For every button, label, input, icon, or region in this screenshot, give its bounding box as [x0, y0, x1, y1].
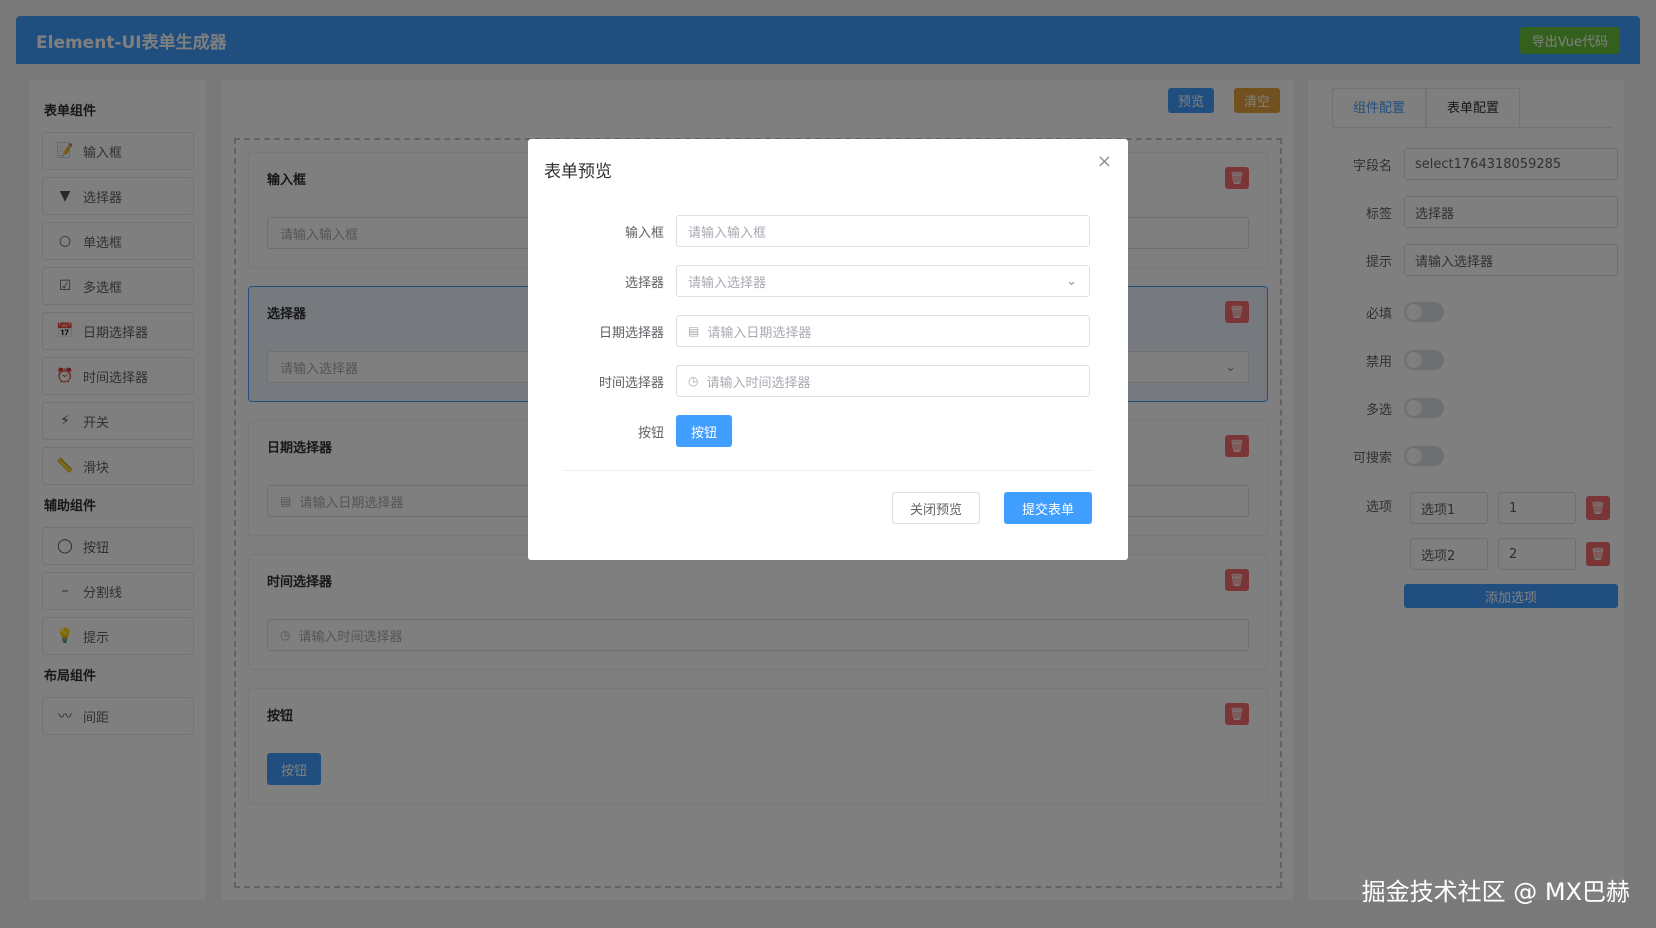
chevron-down-icon: ⌄ [1066, 273, 1077, 289]
preview-button-control[interactable]: 按钮 [676, 415, 733, 447]
close-preview-button[interactable]: 关闭预览 [892, 492, 980, 524]
preview-time-picker[interactable]: ◷ 请输入时间选择器 [676, 365, 1090, 397]
preview-row-time: 时间选择器 ◷ 请输入时间选择器 [560, 365, 1090, 397]
watermark: 掘金技术社区 @ MX巴赫 [1361, 878, 1630, 906]
preview-label: 选择器 [624, 275, 664, 291]
calendar-icon: ▤ [688, 324, 700, 338]
dialog-divider [564, 470, 1092, 471]
dialog-title: 表单预览 [544, 162, 612, 182]
preview-select[interactable]: 请输入选择器 ⌄ [676, 265, 1090, 297]
preview-row-input: 输入框 请输入输入框 [560, 215, 1090, 247]
preview-text-input[interactable]: 请输入输入框 [676, 215, 1090, 247]
preview-dialog: 表单预览 × 输入框 请输入输入框 选择器 请输入选择器 ⌄ 日期选择器 ▤ 请… [528, 139, 1128, 560]
preview-row-button: 按钮 按钮 [560, 415, 1090, 447]
preview-label: 输入框 [624, 225, 664, 241]
close-icon[interactable]: × [1097, 151, 1112, 172]
preview-label: 时间选择器 [598, 375, 664, 391]
preview-label: 日期选择器 [598, 325, 664, 341]
submit-form-button[interactable]: 提交表单 [1004, 492, 1092, 524]
preview-date-picker[interactable]: ▤ 请输入日期选择器 [676, 315, 1090, 347]
preview-label: 按钮 [637, 425, 664, 441]
time-placeholder: 请输入时间选择器 [706, 375, 811, 391]
date-placeholder: 请输入日期选择器 [707, 325, 812, 341]
preview-row-select: 选择器 请输入选择器 ⌄ [560, 265, 1090, 297]
preview-row-date: 日期选择器 ▤ 请输入日期选择器 [560, 315, 1090, 347]
clock-icon: ◷ [688, 374, 699, 388]
select-placeholder: 请输入选择器 [688, 275, 767, 291]
